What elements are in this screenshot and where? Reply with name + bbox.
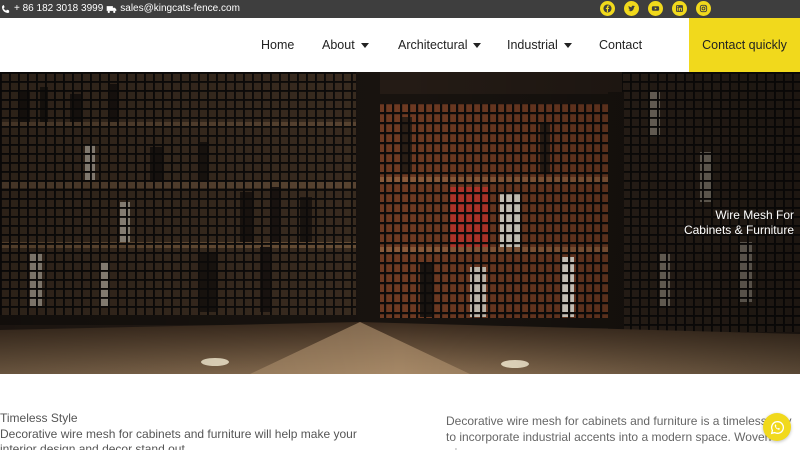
instagram-icon[interactable]: [696, 1, 711, 16]
email-address[interactable]: sales@kingcats-fence.com: [120, 3, 240, 15]
section-title: Timeless Style: [0, 411, 78, 425]
hero-banner: Wire Mesh For Cabinets & Furniture: [0, 72, 800, 374]
nav-contact-label: Contact: [599, 38, 643, 52]
twitter-icon[interactable]: [624, 1, 639, 16]
top-info-bar: + 86 182 3018 3999 sales@kingcats-fence.…: [0, 0, 800, 18]
nav-home-label: Home: [261, 38, 295, 52]
intro-paragraph: Decorative wire mesh for cabinets and fu…: [446, 414, 791, 450]
nav-architectural[interactable]: Architectural: [398, 38, 482, 52]
intro-left: Timeless Style Decorative wire mesh for …: [0, 411, 400, 450]
phone-number[interactable]: + 86 182 3018 3999: [14, 3, 103, 15]
youtube-icon[interactable]: [648, 1, 663, 16]
site-header: Home About Architectural Industrial Cont…: [0, 18, 800, 72]
nav-industrial[interactable]: Industrial: [507, 38, 572, 52]
nav-contact[interactable]: Contact: [599, 38, 642, 52]
contact-quickly-button[interactable]: Contact quickly: [689, 18, 800, 72]
intro-right: Decorative wire mesh for cabinets and fu…: [446, 413, 796, 450]
chevron-down-icon: [563, 42, 572, 48]
hero-caption-line2: Cabinets & Furniture: [683, 223, 794, 237]
whatsapp-chat-button[interactable]: [763, 413, 791, 441]
truck-icon: [106, 4, 117, 15]
chevron-down-icon: [360, 42, 369, 48]
nav-about-label: About: [322, 38, 355, 52]
hero-caption: Wire Mesh For Cabinets & Furniture: [684, 208, 794, 238]
wire-mesh-cabinet-image: [0, 72, 800, 374]
nav-industrial-label: Industrial: [507, 38, 558, 52]
contact-quickly-label: Contact quickly: [702, 38, 787, 52]
whatsapp-icon: [770, 420, 784, 434]
chevron-down-icon: [473, 42, 482, 48]
phone-icon: [0, 4, 11, 15]
nav-about[interactable]: About: [322, 38, 369, 52]
linkedin-icon[interactable]: [672, 1, 687, 16]
social-links: [600, 1, 711, 16]
section-subtitle: Decorative wire mesh for cabinets and fu…: [0, 427, 357, 450]
facebook-icon[interactable]: [600, 1, 615, 16]
contact-info: + 86 182 3018 3999 sales@kingcats-fence.…: [0, 3, 240, 15]
nav-architectural-label: Architectural: [398, 38, 468, 52]
nav-home[interactable]: Home: [261, 38, 294, 52]
hero-caption-line1: Wire Mesh For: [715, 208, 794, 222]
